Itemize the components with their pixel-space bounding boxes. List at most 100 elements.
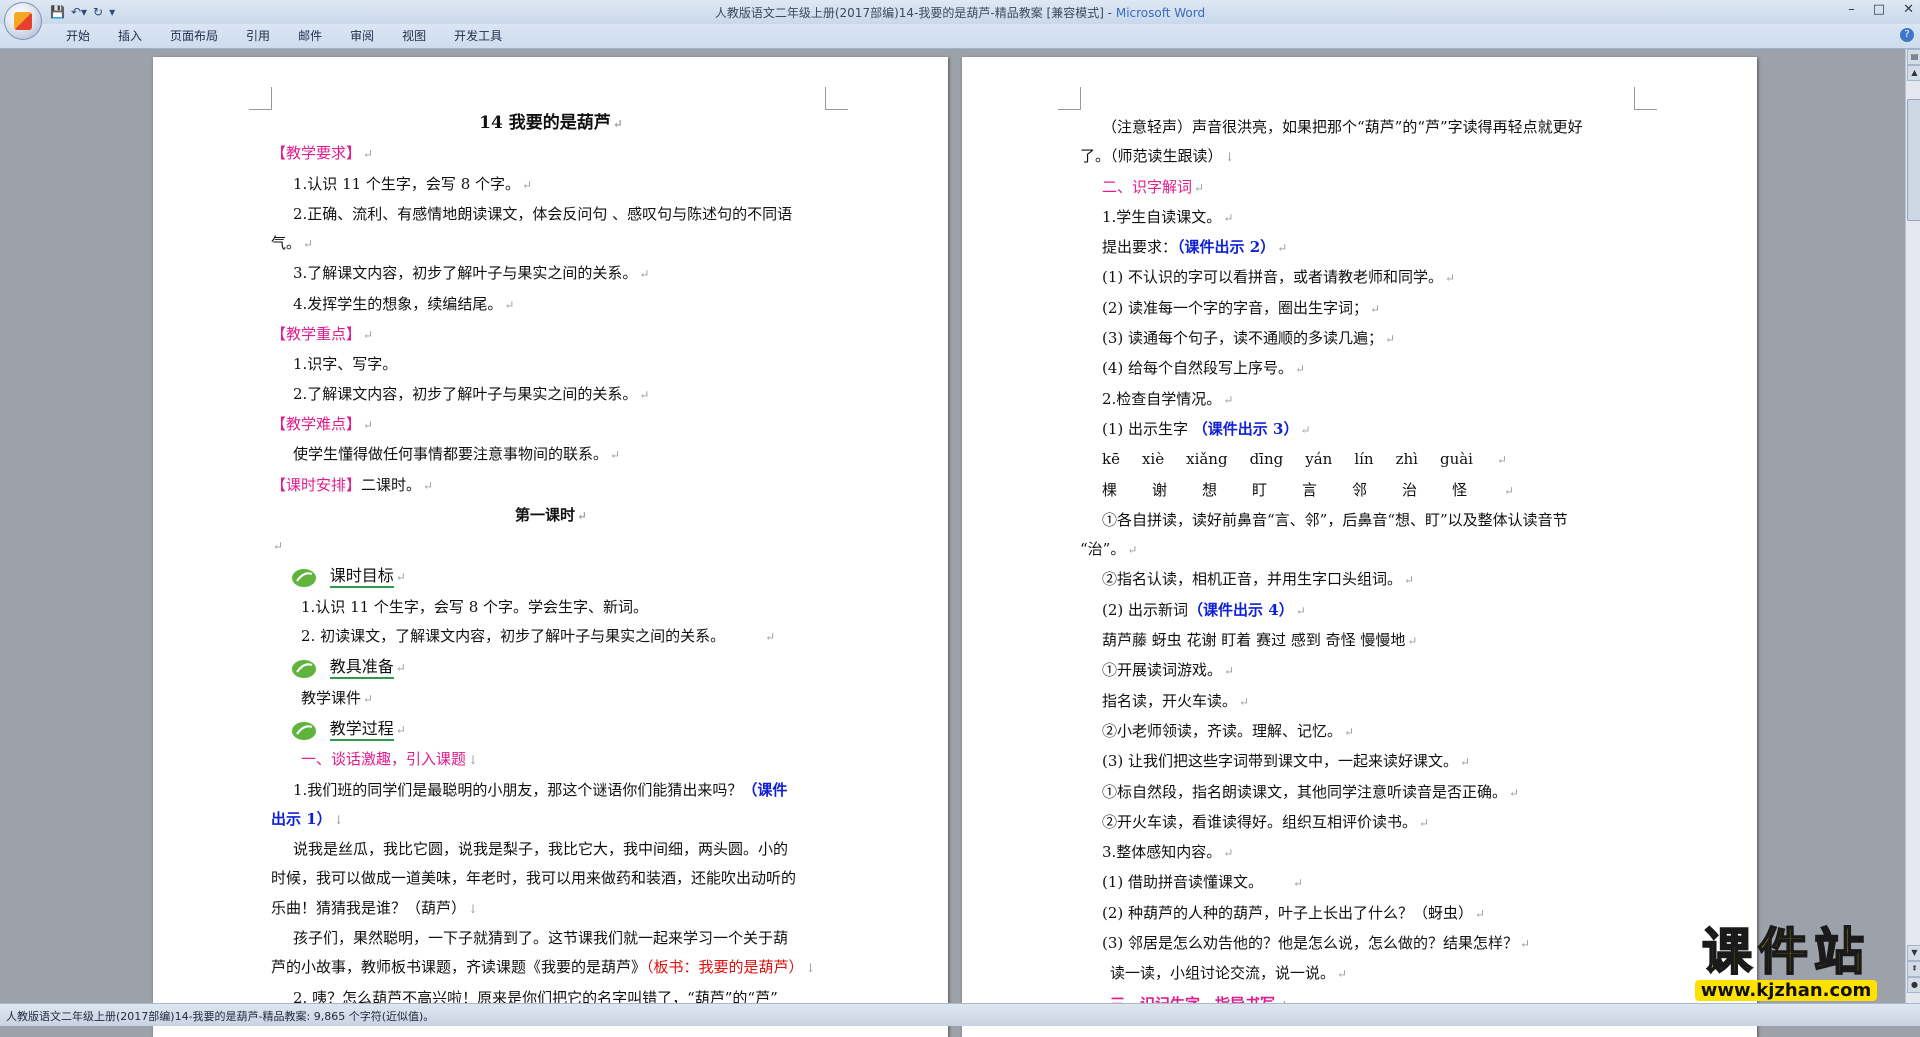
section-process: 教学过程 ↵ (271, 714, 831, 745)
paragraph: 了。（师范读生跟读） ↓ (1080, 147, 1235, 166)
section-goals: 课时目标 ↵ (271, 561, 831, 592)
leaf-icon (292, 721, 316, 740)
paragraph: (1) 借助拼音读懂课文。 ↵ (1102, 873, 1304, 892)
previous-page-icon[interactable]: ⇞ (1907, 961, 1920, 977)
paragraph: 提出要求：（课件出示 2） ↵ (1102, 238, 1288, 257)
paragraph: 【课时安排】二课时。 ↵ (271, 475, 434, 494)
tab-references[interactable]: 引用 (232, 24, 284, 48)
paragraph: ②指名认读，相机正音，并用生字口头组词。 ↵ (1102, 570, 1415, 589)
heading-key-points: 【教学重点】 ↵ (271, 325, 374, 344)
paragraph: (1) 不认识的字可以看拼音，或者请教老师和同学。 ↵ (1102, 268, 1456, 287)
paragraph: 3.整体感知内容。 ↵ (1102, 843, 1234, 862)
crop-mark (1058, 87, 1081, 110)
heading-difficulties: 【教学难点】 ↵ (271, 414, 374, 433)
tab-home[interactable]: 开始 (52, 24, 104, 48)
status-bar: 人教版语文二年级上册(2017部编)14-我要的是葫芦-精品教案: 9,865 … (0, 1003, 1920, 1026)
ruler-toggle-icon[interactable]: ▤ (1907, 49, 1920, 65)
crop-mark (1634, 87, 1657, 110)
window-title: 人教版语文二年级上册(2017部编)14-我要的是葫芦-精品教案 [兼容模式] … (0, 4, 1920, 21)
document-page-left[interactable]: 14 我要的是葫芦 ↵ 【教学要求】 ↵ 1.认识 11 个生字，会写 8 个字。 ↵… (153, 57, 948, 1037)
paragraph: 1.识字、写字。 (293, 355, 398, 374)
tab-mailings[interactable]: 邮件 (284, 24, 336, 48)
paragraph: ①开展读词游戏。 ↵ (1102, 661, 1235, 680)
paragraph: （注意轻声）声音很洪亮，如果把那个“葫芦”的“芦”字读得再轻点就更好 (1102, 118, 1583, 136)
tab-insert[interactable]: 插入 (104, 24, 156, 48)
paragraph: 1.认识 11 个生字，会写 8 个字。 ↵ (293, 174, 533, 193)
step-heading: 一、谈话激趣，引入课题 ↓ (301, 750, 479, 769)
page-content: 14 我要的是葫芦 ↵ 【教学要求】 ↵ 1.认识 11 个生字，会写 8 个字。 ↵… (271, 109, 831, 1013)
scroll-down-icon[interactable]: ▼ (1907, 945, 1920, 961)
doc-title: 14 我要的是葫芦 ↵ (479, 113, 623, 133)
paragraph: 时候，我可以做成一道美味，年老时，我可以用来做药和装酒，还能吹出动听的 (271, 869, 797, 888)
crop-mark (825, 87, 848, 110)
paragraph: (2) 读准每一个字的字音，圈出生字词； ↵ (1102, 298, 1381, 317)
paragraph: 读一读，小组讨论交流，说一说。 ↵ (1110, 964, 1348, 983)
paragraph: ②小老师领读，齐读。理解、记忆。 ↵ (1102, 721, 1355, 740)
status-text: 人教版语文二年级上册(2017部编)14-我要的是葫芦-精品教案: 9,865 … (6, 1010, 435, 1023)
paragraph: 2. 初读课文，了解课文内容，初步了解叶子与果实之间的关系。 ↵ (301, 627, 776, 646)
pinyin-row: kē xiè xiǎng dīng yán lín zhì guài ↵ (1102, 450, 1508, 469)
paragraph: 3.了解课文内容，初步了解叶子与果实之间的关系。 ↵ (293, 264, 650, 283)
paragraph: 教学课件 ↵ (301, 688, 374, 707)
watermark-logo-text: 课件站 (1701, 923, 1870, 981)
app-name: Microsoft Word (1115, 6, 1206, 20)
paragraph: (3) 邻居是怎么劝告他的？他是怎么说，怎么做的？结果怎样？ ↵ (1102, 934, 1531, 953)
paragraph: 葫芦藤 蚜虫 花谢 盯着 赛过 感到 奇怪 慢慢地 ↵ (1102, 631, 1418, 650)
vertical-scrollbar[interactable]: ▤ ▲ ▼ ⇞ ● (1905, 49, 1920, 1003)
select-browse-object-icon[interactable]: ● (1907, 977, 1920, 993)
paragraph: 2.检查自学情况。 ↵ (1102, 389, 1234, 408)
tab-view[interactable]: 视图 (388, 24, 440, 48)
office-logo-icon (14, 12, 32, 30)
watermark-url: www.kjzhan.com (1694, 980, 1878, 1001)
paragraph: (4) 给每个自然段写上序号。 ↵ (1102, 359, 1306, 378)
paragraph: 指名读，开火车读。 ↵ (1102, 691, 1250, 710)
paragraph: 1.认识 11 个生字，会写 8 个字。学会生字、新词。 (301, 597, 649, 616)
paragraph: 1.我们班的同学们是最聪明的小朋友，那这个谜语你们能猜出来吗？（课件 (293, 780, 788, 799)
paragraph: 气。 ↵ (271, 234, 314, 253)
heading-requirements: 【教学要求】 ↵ (271, 144, 374, 163)
document-workspace[interactable]: 14 我要的是葫芦 ↵ 【教学要求】 ↵ 1.认识 11 个生字，会写 8 个字。 ↵… (0, 49, 1905, 1037)
title-bar: 💾 ↶▾ ↻ ▾ 人教版语文二年级上册(2017部编)14-我要的是葫芦-精品教… (0, 0, 1920, 40)
paragraph: ②开火车读，看谁读得好。组织互相评价读书。 ↵ (1102, 812, 1430, 831)
section-heading: 二、识字解词 ↵ (1102, 177, 1205, 196)
paragraph: 芦的小故事，教师板书课题，齐读课题《我要的是葫芦》（板书：我要的是葫芦） ↓ (271, 958, 816, 977)
tab-developer[interactable]: 开发工具 (440, 24, 516, 48)
paragraph: 2.正确、流利、有感情地朗读课文，体会反问句 、感叹句与陈述句的不同语 (293, 204, 793, 223)
scrollbar-thumb[interactable] (1907, 99, 1920, 221)
site-watermark: 课件站 www.kjzhan.com (1668, 923, 1904, 1006)
help-icon[interactable]: ? (1900, 28, 1914, 42)
leaf-icon (292, 660, 316, 679)
tab-review[interactable]: 审阅 (336, 24, 388, 48)
characters-row: 棵谢想盯言邻治怪 ↵ (1102, 480, 1515, 499)
paragraph: 孩子们，果然聪明，一下子就猜到了。这节课我们就一起来学习一个关于葫 (293, 929, 789, 948)
paragraph: ①标自然段，指名朗读课文，其他同学注意听读音是否正确。 ↵ (1102, 782, 1520, 801)
paragraph: 4.发挥学生的想象，续编结尾。 ↵ (293, 294, 515, 313)
paragraph: “治”。 ↵ (1080, 540, 1138, 559)
page-content: （注意轻声）声音很洪亮，如果把那个“葫芦”的“芦”字读得再轻点就更好 了。（师范… (1080, 113, 1640, 1020)
scroll-up-icon[interactable]: ▲ (1907, 65, 1920, 81)
document-name: 人教版语文二年级上册(2017部编)14-我要的是葫芦-精品教案 [兼容模式] … (714, 6, 1116, 20)
crop-mark (249, 87, 272, 110)
paragraph: ①各自拼读，读好前鼻音“言、邻”，后鼻音“想、盯”以及整体认读音节 (1102, 510, 1568, 529)
paragraph: 乐曲！猜猜我是谁？（葫芦） ↓ (271, 898, 479, 917)
ribbon-tabs: 开始 插入 页面布局 引用 邮件 审阅 视图 开发工具 (52, 24, 516, 48)
empty-paragraph: ↵ (273, 539, 284, 554)
leaf-icon (292, 569, 316, 588)
paragraph: (2) 出示新词（课件出示 4） ↵ (1102, 600, 1306, 619)
close-icon[interactable]: ✕ (1903, 2, 1914, 17)
tab-page-layout[interactable]: 页面布局 (156, 24, 232, 48)
window-controls: – □ ✕ (1848, 2, 1914, 17)
paragraph: (3) 读通每个句子，读不通顺的多读几遍； ↵ (1102, 329, 1396, 348)
document-page-right[interactable]: （注意轻声）声音很洪亮，如果把那个“葫芦”的“芦”字读得再轻点就更好 了。（师范… (962, 57, 1757, 1037)
paragraph: 使学生懂得做任何事情都要注意事物间的联系。 ↵ (293, 445, 621, 464)
paragraph: 1.学生自读课文。 ↵ (1102, 207, 1234, 226)
paragraph: (3) 让我们把这些字词带到课文中，一起来读好课文。 ↵ (1102, 752, 1471, 771)
paragraph: 出示 1） ↓ (271, 809, 344, 828)
lesson-heading: 第一课时 ↵ (514, 505, 588, 524)
paragraph: (1) 出示生字 （课件出示 3） ↵ (1102, 419, 1311, 438)
maximize-icon[interactable]: □ (1873, 2, 1885, 17)
office-button[interactable] (4, 2, 42, 40)
minimize-icon[interactable]: – (1848, 2, 1855, 17)
ribbon-tabs-bar: 开始 插入 页面布局 引用 邮件 审阅 视图 开发工具 ? (0, 24, 1920, 49)
paragraph: 2.了解课文内容，初步了解叶子与果实之间的关系。 ↵ (293, 384, 650, 403)
